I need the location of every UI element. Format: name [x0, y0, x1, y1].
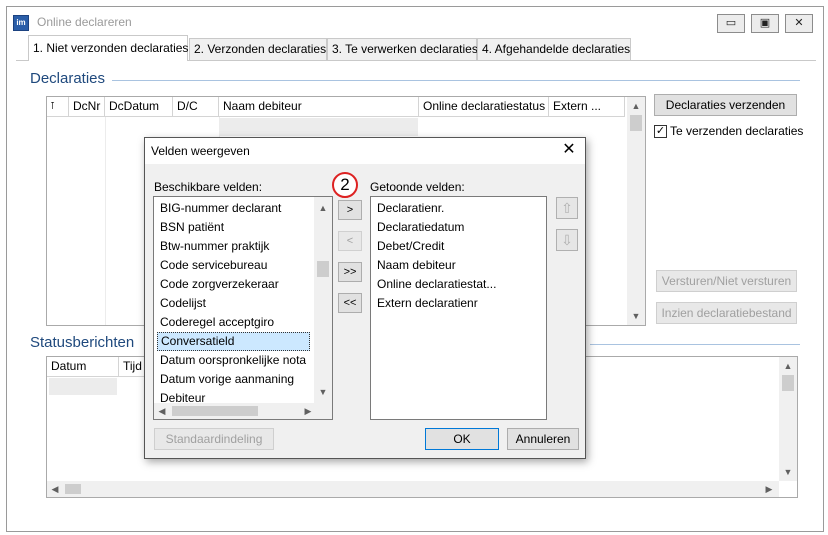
- scroll-right-icon[interactable]: ▶: [763, 482, 775, 496]
- annuleren-button[interactable]: Annuleren: [507, 428, 579, 450]
- ok-button[interactable]: OK: [425, 428, 499, 450]
- declaraties-divider: [112, 80, 800, 81]
- move-left-button[interactable]: <: [338, 231, 362, 251]
- col-dc[interactable]: D/C: [173, 97, 219, 117]
- step-marker: 2: [332, 172, 358, 198]
- scroll-down-icon[interactable]: ▼: [316, 385, 330, 399]
- col-naam-debiteur[interactable]: Naam debiteur: [219, 97, 419, 117]
- available-field-item[interactable]: Coderegel acceptgiro: [160, 313, 274, 332]
- available-fields-label: Beschikbare velden:: [154, 180, 263, 194]
- scroll-up-icon[interactable]: ▲: [781, 359, 795, 373]
- available-field-item[interactable]: BSN patiënt: [160, 218, 224, 237]
- col-tijd[interactable]: Tijd: [119, 357, 147, 377]
- dialog-title-bar[interactable]: Velden weergeven ✕: [145, 138, 585, 164]
- declaraties-title: Declaraties: [30, 70, 106, 87]
- tab-niet-verzonden[interactable]: 1. Niet verzonden declaraties: [28, 35, 188, 61]
- tab-te-verwerken[interactable]: 3. Te verwerken declaraties: [327, 38, 478, 60]
- standaardindeling-button[interactable]: Standaardindeling: [154, 428, 274, 450]
- minimize-button[interactable]: ▭: [717, 14, 745, 33]
- move-all-right-button[interactable]: >>: [338, 262, 362, 282]
- dialog-close-icon[interactable]: ✕: [559, 140, 579, 160]
- grid-cell: [220, 118, 418, 136]
- scroll-down-icon[interactable]: ▼: [781, 465, 795, 479]
- inzien-button[interactable]: Inzien declaratiebestand: [656, 302, 797, 324]
- col-datum[interactable]: Datum: [47, 357, 119, 377]
- velden-weergeven-dialog: Velden weergeven ✕ Beschikbare velden: G…: [144, 137, 586, 459]
- declaraties-verzenden-button[interactable]: Declaraties verzenden: [654, 94, 797, 116]
- available-fields-list[interactable]: BIG-nummer declarant BSN patiënt Btw-numme…: [153, 196, 333, 420]
- col-dcnr[interactable]: DcNr: [69, 97, 105, 117]
- scroll-thumb[interactable]: [65, 484, 81, 494]
- scroll-right-icon[interactable]: ▶: [302, 404, 314, 418]
- move-right-button[interactable]: >: [338, 200, 362, 220]
- te-verzenden-checkbox[interactable]: ✓: [654, 125, 667, 138]
- tab-verzonden[interactable]: 2. Verzonden declaraties: [189, 38, 327, 60]
- restore-button[interactable]: ▣: [751, 14, 779, 33]
- available-field-item[interactable]: Conversatield: [157, 332, 310, 351]
- shown-fields-label: Getoonde velden:: [370, 180, 465, 194]
- col-extern[interactable]: Extern ...: [549, 97, 625, 117]
- available-field-item[interactable]: Btw-nummer praktijk: [160, 237, 269, 256]
- col-dcdatum[interactable]: DcDatum: [105, 97, 173, 117]
- move-up-icon[interactable]: ⇧: [556, 197, 578, 219]
- status-hscrollbar[interactable]: ◀ ▶: [47, 481, 779, 497]
- title-bar[interactable]: im Online declareren ▭ ▣ ✕: [7, 7, 823, 37]
- shown-field-item[interactable]: Declaratienr.: [377, 199, 444, 218]
- available-field-item[interactable]: Datum vorige aanmaning: [160, 370, 294, 389]
- declaraties-scrollbar[interactable]: ▲ ▼: [627, 97, 645, 325]
- scroll-thumb[interactable]: [317, 261, 329, 277]
- te-verzenden-label: Te verzenden declaraties: [670, 124, 804, 138]
- available-field-item[interactable]: Code servicebureau: [160, 256, 267, 275]
- move-down-icon[interactable]: ⇩: [556, 229, 578, 251]
- status-vscrollbar[interactable]: ▲ ▼: [779, 357, 797, 481]
- available-field-item[interactable]: Datum oorspronkelijke nota: [160, 351, 306, 370]
- available-field-item[interactable]: Codelijst: [160, 294, 206, 313]
- available-vscrollbar[interactable]: ▲ ▼: [314, 197, 332, 403]
- shown-field-item[interactable]: Debet/Credit: [377, 237, 444, 256]
- scroll-thumb[interactable]: [172, 406, 258, 416]
- available-hscrollbar[interactable]: ◀ ▶: [154, 403, 332, 419]
- dialog-title: Velden weergeven: [151, 144, 250, 158]
- move-all-left-button[interactable]: <<: [338, 293, 362, 313]
- versturen-button[interactable]: Versturen/Niet versturen: [656, 270, 797, 292]
- filter-icon[interactable]: ⊺: [47, 97, 69, 117]
- available-field-item[interactable]: BIG-nummer declarant: [160, 199, 281, 218]
- grid-cell: [49, 378, 117, 395]
- available-field-item[interactable]: Code zorgverzekeraar: [160, 275, 279, 294]
- shown-field-item[interactable]: Naam debiteur: [377, 256, 456, 275]
- col-online-status[interactable]: Online declaratiestatus: [419, 97, 549, 117]
- scroll-left-icon[interactable]: ◀: [156, 404, 168, 418]
- tab-afgehandeld[interactable]: 4. Afgehandelde declaraties: [477, 38, 631, 60]
- scroll-left-icon[interactable]: ◀: [49, 482, 61, 496]
- shown-field-item[interactable]: Extern declaratienr: [377, 294, 478, 313]
- statusberichten-divider: [590, 344, 800, 345]
- shown-fields-list[interactable]: Declaratienr. Declaratiedatum Debet/Credit…: [370, 196, 547, 420]
- scroll-up-icon[interactable]: ▲: [629, 99, 643, 113]
- grid-line: [105, 117, 106, 325]
- close-button[interactable]: ✕: [785, 14, 813, 33]
- shown-field-item[interactable]: Declaratiedatum: [377, 218, 464, 237]
- scroll-thumb[interactable]: [630, 115, 642, 131]
- app-icon: im: [13, 15, 29, 31]
- window-title: Online declareren: [37, 15, 132, 29]
- scroll-thumb[interactable]: [782, 375, 794, 391]
- statusberichten-title: Statusberichten: [30, 334, 135, 351]
- scroll-down-icon[interactable]: ▼: [629, 309, 643, 323]
- shown-field-item[interactable]: Online declaratiestat...: [377, 275, 496, 294]
- scroll-up-icon[interactable]: ▲: [316, 201, 330, 215]
